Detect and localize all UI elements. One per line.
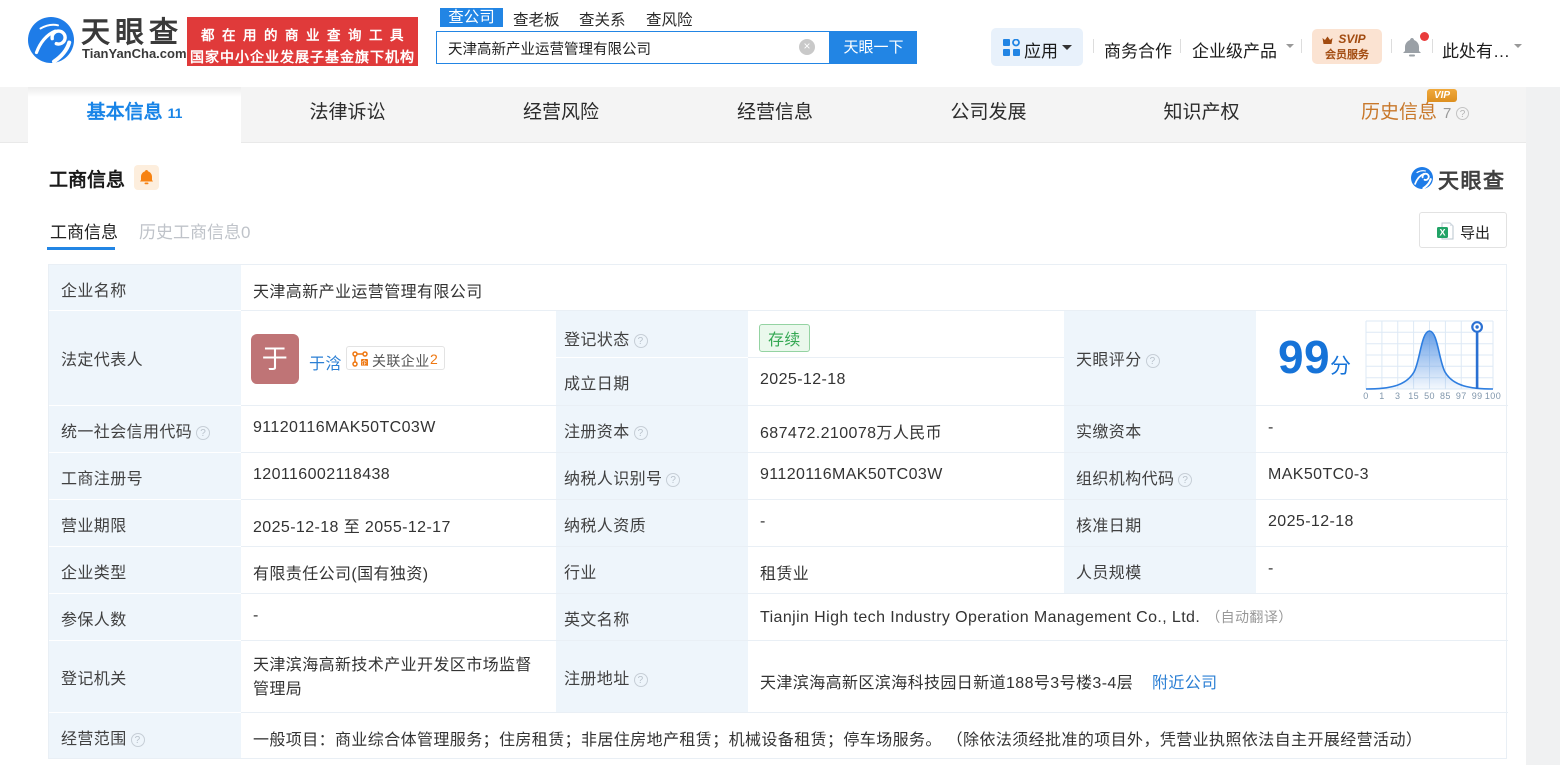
svg-text:97: 97 [1456,391,1467,401]
svg-text:0: 0 [1363,391,1368,401]
svg-text:100: 100 [1485,391,1501,401]
svg-text:X: X [1439,228,1445,238]
svg-text:50: 50 [1424,391,1435,401]
svg-text:15: 15 [1408,391,1419,401]
svg-text:1: 1 [1379,391,1384,401]
svg-text:企: 企 [361,359,367,367]
svg-text:85: 85 [1440,391,1451,401]
svg-text:3: 3 [1395,391,1400,401]
svg-text:99: 99 [1472,391,1483,401]
